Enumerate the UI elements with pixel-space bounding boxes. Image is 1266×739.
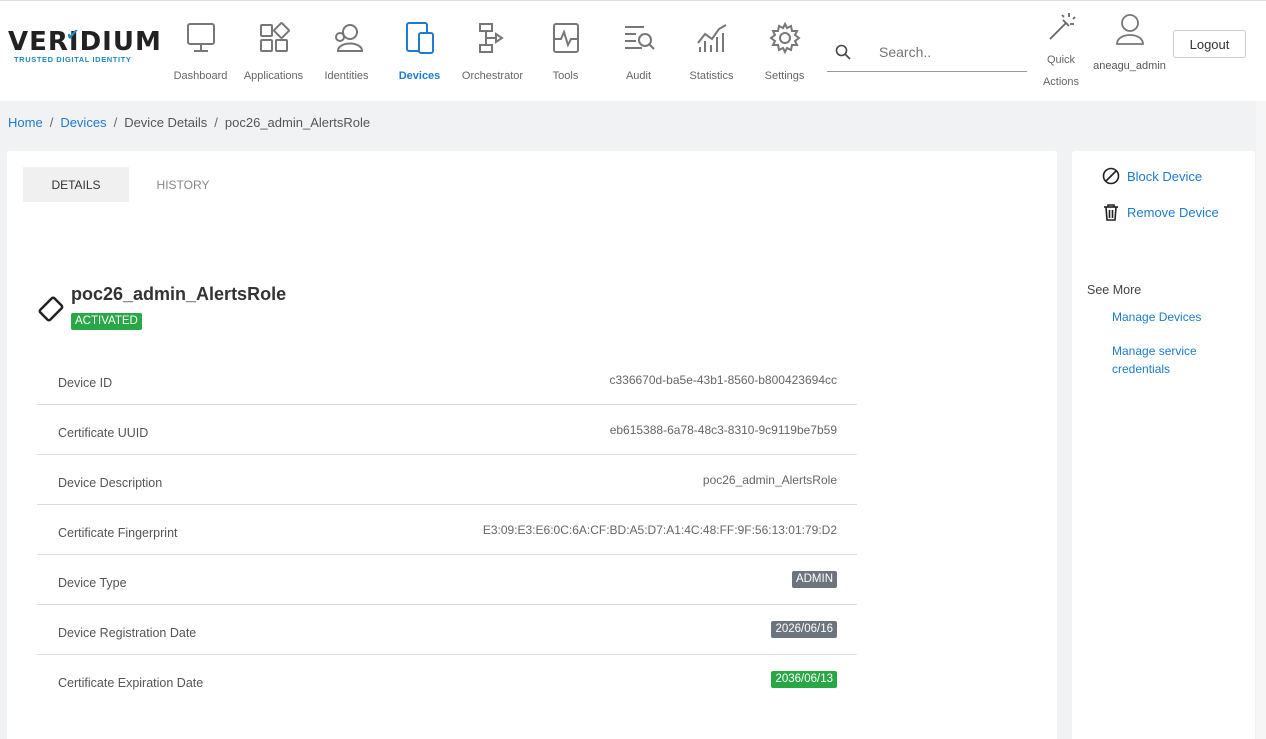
breadcrumb-devices[interactable]: Devices bbox=[60, 115, 106, 130]
breadcrumb-home[interactable]: Home bbox=[8, 115, 43, 130]
search-bar bbox=[827, 33, 1027, 72]
page-scrollbar[interactable] bbox=[1256, 101, 1266, 739]
nav-label: Applications bbox=[243, 70, 304, 82]
detail-row-device-type: Device Type ADMIN bbox=[37, 555, 857, 605]
expiration-date-badge: 2036/06/13 bbox=[771, 671, 837, 688]
flow-icon bbox=[478, 23, 504, 53]
nav-label: Statistics bbox=[689, 70, 734, 82]
gear-icon bbox=[768, 21, 801, 55]
search-icon bbox=[835, 44, 851, 60]
detail-row-expiration-date: Certificate Expiration Date 2036/06/13 bbox=[37, 655, 857, 705]
detail-row-device-id: Device ID c336670d-ba5e-43b1-8560-b80042… bbox=[37, 355, 857, 405]
audit-search-icon bbox=[624, 26, 655, 50]
detail-key: Certificate UUID bbox=[58, 426, 149, 440]
detail-row-cert-uuid: Certificate UUID eb615388-6a78-48c3-8310… bbox=[37, 405, 857, 455]
nav-dashboard[interactable]: Dashboard bbox=[164, 1, 237, 101]
nav-label: Dashboard bbox=[173, 70, 228, 82]
device-details-panel: DETAILS HISTORY poc26_admin_AlertsRole A… bbox=[7, 151, 1057, 739]
detail-row-registration-date: Device Registration Date 2026/06/16 bbox=[37, 605, 857, 655]
breadcrumb-device-details: Device Details bbox=[124, 115, 208, 130]
nav-label: Devices bbox=[398, 70, 441, 82]
detail-row-fingerprint: Certificate Fingerprint E3:09:E3:E6:0C:6… bbox=[37, 505, 857, 555]
apps-grid-icon bbox=[259, 22, 290, 52]
manage-devices-link[interactable]: Manage Devices bbox=[1112, 308, 1242, 326]
tab-details[interactable]: DETAILS bbox=[23, 167, 129, 202]
main-nav: Dashboard Applications Identities Device… bbox=[164, 1, 821, 101]
breadcrumb-current: poc26_admin_AlertsRole bbox=[224, 115, 371, 130]
search-input[interactable] bbox=[879, 44, 1019, 60]
see-more-heading: See More bbox=[1087, 283, 1142, 297]
nav-statistics[interactable]: Statistics bbox=[675, 1, 748, 101]
detail-row-description: Device Description poc26_admin_AlertsRol… bbox=[37, 455, 857, 505]
nav-audit[interactable]: Audit bbox=[602, 1, 675, 101]
quick-actions-button[interactable]: Quick Actions bbox=[1038, 11, 1084, 93]
nav-tools[interactable]: Tools bbox=[529, 1, 602, 101]
detail-key: Device Description bbox=[58, 476, 163, 490]
remove-device-button[interactable]: Remove Device bbox=[1102, 203, 1219, 221]
detail-key: Device Registration Date bbox=[58, 626, 197, 640]
magic-wand-icon bbox=[1049, 13, 1076, 40]
remove-device-label: Remove Device bbox=[1127, 204, 1219, 220]
user-avatar-icon bbox=[1115, 14, 1144, 45]
users-icon bbox=[334, 24, 363, 52]
pulse-icon bbox=[552, 23, 579, 53]
logout-button[interactable]: Logout bbox=[1173, 30, 1246, 58]
nav-label: Tools bbox=[552, 70, 579, 82]
logo-wordmark: VERIDIUM bbox=[8, 27, 162, 57]
block-device-label: Block Device bbox=[1127, 168, 1203, 184]
detail-value: poc26_admin_AlertsRole bbox=[702, 473, 837, 487]
nav-label: Settings bbox=[764, 70, 805, 82]
detail-key: Certificate Fingerprint bbox=[58, 526, 178, 540]
veridium-logo[interactable]: VERIDIUM ✔ TRUSTED DIGITAL IDENTITY bbox=[8, 27, 162, 71]
nav-orchestrator[interactable]: Orchestrator bbox=[456, 1, 529, 101]
trash-icon bbox=[1104, 204, 1118, 221]
rotate-device-icon bbox=[37, 295, 65, 323]
nav-applications[interactable]: Applications bbox=[237, 1, 310, 101]
device-name: poc26_admin_AlertsRole bbox=[71, 284, 287, 304]
tab-bar: DETAILS HISTORY bbox=[23, 167, 237, 202]
tab-history[interactable]: HISTORY bbox=[129, 167, 237, 202]
detail-value: c336670d-ba5e-43b1-8560-b800423694cc bbox=[609, 373, 837, 387]
user-menu[interactable]: aneagu_admin bbox=[1092, 13, 1167, 72]
detail-value: E3:09:E3:E6:0C:6A:CF:BD:A5:D7:A1:4C:48:F… bbox=[482, 523, 837, 537]
username: aneagu_admin bbox=[1093, 60, 1166, 72]
nav-settings[interactable]: Settings bbox=[748, 1, 821, 101]
manage-service-credentials-link[interactable]: Manage service credentials bbox=[1112, 342, 1242, 378]
registration-date-badge: 2026/06/16 bbox=[771, 621, 837, 638]
device-type-badge: ADMIN bbox=[791, 571, 837, 588]
detail-key: Certificate Expiration Date bbox=[58, 676, 204, 690]
nav-label: Orchestrator bbox=[461, 70, 524, 82]
logo-check-icon: ✔ bbox=[66, 27, 80, 44]
detail-key: Device ID bbox=[58, 376, 113, 390]
chart-icon bbox=[696, 24, 726, 52]
detail-value: eb615388-6a78-48c3-8310-9c9119be7b59 bbox=[609, 423, 837, 437]
nav-label: Identities bbox=[324, 70, 369, 82]
block-icon bbox=[1102, 167, 1120, 185]
status-badge: ACTIVATED bbox=[71, 313, 142, 330]
nav-devices[interactable]: Devices bbox=[383, 1, 456, 101]
actions-sidebar: Block Device Remove Device See More Mana… bbox=[1072, 151, 1255, 739]
top-navbar: VERIDIUM ✔ TRUSTED DIGITAL IDENTITY Dash… bbox=[0, 0, 1266, 101]
nav-label: Audit bbox=[625, 70, 652, 82]
breadcrumb: Home / Devices / Device Details / poc26_admin_… bbox=[8, 115, 371, 130]
nav-identities[interactable]: Identities bbox=[310, 1, 383, 101]
device-header: poc26_admin_AlertsRole ACTIVATED bbox=[37, 283, 286, 330]
monitor-icon bbox=[186, 23, 215, 52]
details-table: Device ID c336670d-ba5e-43b1-8560-b80042… bbox=[37, 355, 857, 705]
block-device-button[interactable]: Block Device bbox=[1102, 167, 1202, 185]
devices-icon bbox=[405, 22, 434, 54]
detail-key: Device Type bbox=[58, 576, 127, 590]
quick-actions-label: Quick Actions bbox=[1042, 54, 1080, 88]
